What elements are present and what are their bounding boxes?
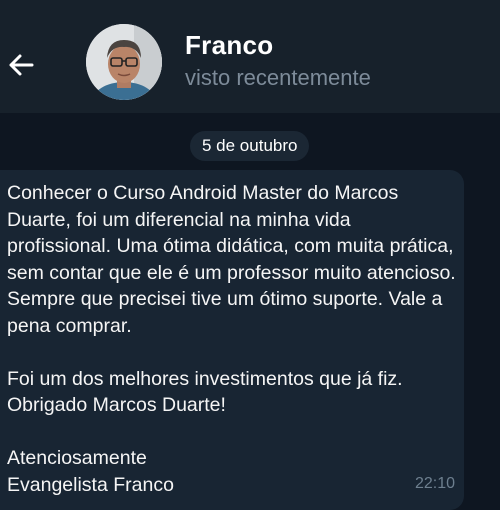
chat-area[interactable]: 5 de outubro Conhecer o Curso Android Ma… [0, 113, 500, 510]
back-button[interactable] [6, 50, 36, 80]
contact-name[interactable]: Franco [185, 30, 273, 61]
contact-status: visto recentemente [185, 65, 371, 90]
message-text: Conhecer o Curso Android Master do Marco… [7, 182, 456, 496]
message-time: 22:10 [414, 475, 455, 492]
message-bubble[interactable]: Conhecer o Curso Android Master do Marco… [0, 170, 464, 510]
chat-header: Franco visto recentemente [0, 10, 500, 113]
contact-avatar[interactable] [86, 24, 162, 100]
avatar-photo [86, 24, 162, 100]
back-arrow-icon [9, 54, 34, 76]
status-bar [0, 0, 500, 10]
date-separator: 5 de outubro [190, 131, 310, 161]
